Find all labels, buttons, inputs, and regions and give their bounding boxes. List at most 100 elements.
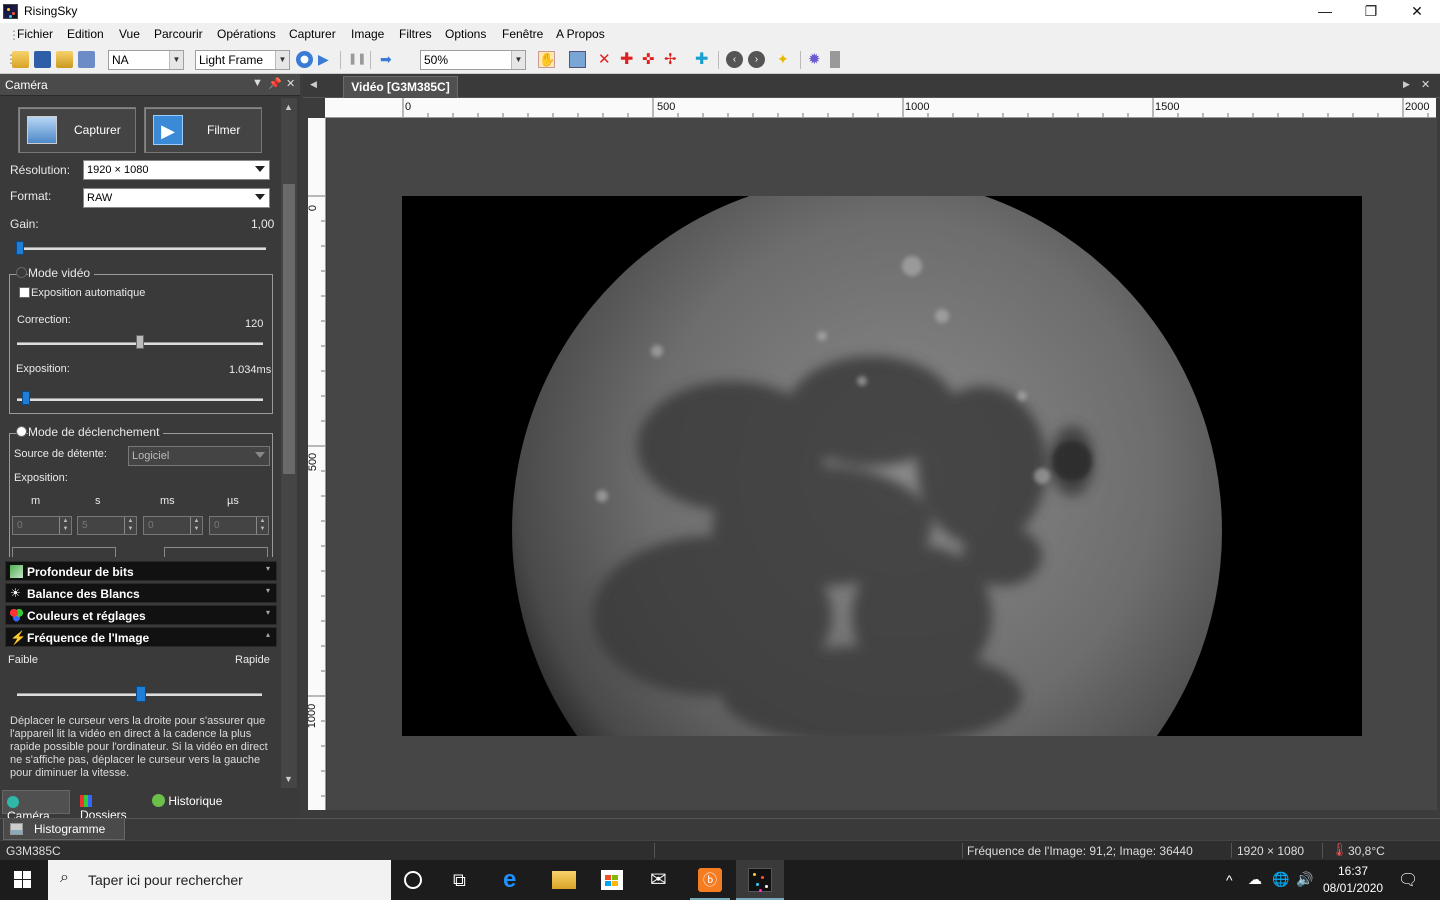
move-cross-icon[interactable]: ✚ bbox=[695, 51, 712, 68]
capture-button[interactable]: Capturer bbox=[18, 107, 136, 153]
notifications-icon[interactable]: 🗨 bbox=[1398, 870, 1418, 890]
section-bit-depth[interactable]: Profondeur de bits ▾ bbox=[5, 561, 277, 581]
trigger-source-select[interactable]: Logiciel bbox=[128, 446, 270, 466]
save-icon[interactable] bbox=[34, 51, 51, 68]
tab-video[interactable]: Vidéo [G3M385C] bbox=[343, 76, 458, 98]
video-mode-radio[interactable] bbox=[16, 267, 27, 278]
minimize-button[interactable]: — bbox=[1302, 0, 1348, 23]
section-colors[interactable]: Couleurs et réglages ▾ bbox=[5, 605, 277, 625]
tab-camera[interactable]: Caméra bbox=[2, 790, 70, 823]
add-marker-icon[interactable]: ✚ bbox=[620, 51, 637, 68]
tabs-scroll-right-icon[interactable]: ▶ bbox=[1403, 79, 1410, 90]
menu-edition[interactable]: Edition bbox=[67, 27, 104, 41]
film-button[interactable]: ▶ Filmer bbox=[144, 107, 262, 153]
image-canvas[interactable] bbox=[327, 118, 1437, 810]
open-folder-icon[interactable] bbox=[12, 51, 29, 68]
delete-marker-icon[interactable]: ✕ bbox=[598, 51, 615, 68]
frame-rate-slider-thumb[interactable] bbox=[135, 686, 146, 702]
tabs-scroll-left-icon[interactable]: ◀ bbox=[310, 79, 317, 90]
pause-icon[interactable]: ❚❚ bbox=[348, 51, 366, 68]
risingsky-taskbar-button[interactable] bbox=[736, 860, 784, 900]
stars-icon[interactable]: ✦ bbox=[777, 51, 794, 68]
tab-folders[interactable]: Dossiers bbox=[76, 790, 144, 822]
menu-capturer[interactable]: Capturer bbox=[289, 27, 336, 41]
cortana-icon[interactable] bbox=[404, 871, 422, 889]
timer-icon[interactable] bbox=[296, 51, 313, 68]
menu-operations[interactable]: Opérations bbox=[217, 27, 276, 41]
panel-scrollbar[interactable]: ▲ ▼ bbox=[281, 98, 297, 788]
milliseconds-stepper[interactable]: 0 ▲ ▼ bbox=[143, 516, 203, 535]
tab-history[interactable]: Historique bbox=[148, 790, 234, 814]
menu-a-propos[interactable]: A Propos bbox=[556, 27, 605, 41]
gain-slider-thumb[interactable] bbox=[16, 241, 24, 255]
moon-image bbox=[512, 196, 1222, 736]
play-step-icon[interactable]: ▶ bbox=[318, 51, 335, 68]
taskbar-search[interactable]: ⌕ Taper ici pour rechercher bbox=[48, 860, 391, 900]
folder-icon[interactable] bbox=[56, 51, 73, 68]
tab-histogram[interactable]: Histogramme bbox=[3, 819, 125, 840]
menu-fichier[interactable]: Fichier bbox=[17, 27, 53, 41]
correction-slider-thumb[interactable] bbox=[136, 335, 144, 349]
file-explorer-icon[interactable] bbox=[552, 871, 576, 889]
volume-icon[interactable]: 🔊 bbox=[1296, 871, 1313, 888]
resolution-select[interactable]: 1920 × 1080 bbox=[83, 160, 270, 180]
menu-vue[interactable]: Vue bbox=[119, 27, 140, 41]
settings-gear-icon[interactable]: ✹ bbox=[808, 51, 825, 68]
windows-start-icon[interactable] bbox=[14, 871, 32, 889]
menu-parcourir[interactable]: Parcourir bbox=[154, 27, 203, 41]
maximize-button[interactable]: ❐ bbox=[1348, 0, 1394, 23]
frame-type-combo[interactable]: Light Frame ▼ bbox=[195, 50, 290, 70]
gain-slider[interactable] bbox=[16, 247, 266, 250]
microseconds-stepper[interactable]: 0 ▲ ▼ bbox=[209, 516, 269, 535]
blog-app-icon[interactable]: ⓑ bbox=[698, 868, 722, 892]
tray-chevron-icon[interactable]: ^ bbox=[1226, 872, 1233, 888]
hand-tool-icon[interactable]: ✋ bbox=[538, 51, 555, 68]
exposure-slider[interactable] bbox=[17, 398, 263, 401]
freq-high-label: Rapide bbox=[235, 654, 270, 666]
format-select[interactable]: RAW bbox=[83, 188, 270, 208]
marker-3-icon[interactable]: ✢ bbox=[664, 51, 681, 68]
next-icon[interactable]: › bbox=[748, 51, 765, 68]
menu-image[interactable]: Image bbox=[351, 27, 384, 41]
onedrive-icon[interactable]: ☁ bbox=[1248, 871, 1262, 888]
scroll-up-icon[interactable]: ▲ bbox=[284, 102, 293, 112]
exposure-slider-thumb[interactable] bbox=[21, 391, 30, 405]
trigger-button-left[interactable] bbox=[12, 547, 116, 557]
network-icon[interactable]: 🌐 bbox=[1272, 871, 1289, 888]
image-tool-icon[interactable] bbox=[569, 51, 586, 68]
task-view-icon[interactable]: ⧉ bbox=[453, 868, 477, 892]
unit-m: m bbox=[31, 495, 41, 507]
scroll-down-icon[interactable]: ▼ bbox=[284, 774, 293, 784]
mail-icon[interactable]: ✉ bbox=[650, 868, 674, 892]
section-white-balance[interactable]: ☀ Balance des Blancs ▾ bbox=[5, 583, 277, 603]
auto-exposure-checkbox[interactable] bbox=[19, 287, 30, 298]
section-frame-rate[interactable]: ⚡ Fréquence de l'Image ▴ bbox=[5, 627, 277, 647]
tab-close-icon[interactable]: ✕ bbox=[1421, 78, 1430, 91]
clock-time[interactable]: 16:37 bbox=[1338, 864, 1368, 878]
prev-icon[interactable]: ‹ bbox=[726, 51, 743, 68]
edge-icon[interactable]: e bbox=[503, 868, 527, 892]
panel-menu-icon[interactable]: ▼ bbox=[252, 77, 263, 89]
panel-scroll-thumb[interactable] bbox=[283, 184, 295, 474]
seconds-stepper[interactable]: 5 ▲ ▼ bbox=[77, 516, 137, 535]
clock-date[interactable]: 08/01/2020 bbox=[1323, 881, 1383, 895]
trigger-mode-radio[interactable] bbox=[16, 426, 27, 437]
zoom-combo[interactable]: 50% ▼ bbox=[420, 50, 526, 70]
trigger-button-right[interactable] bbox=[164, 547, 268, 557]
format-label: Format: bbox=[10, 189, 52, 203]
forward-icon[interactable]: ➡ bbox=[380, 51, 397, 68]
camera-combo[interactable]: NA ▼ bbox=[108, 50, 184, 70]
menu-fenetre[interactable]: Fenêtre bbox=[502, 27, 543, 41]
menu-filtres[interactable]: Filtres bbox=[399, 27, 432, 41]
menu-options[interactable]: Options bbox=[445, 27, 486, 41]
marker-2-icon[interactable]: ✜ bbox=[642, 51, 659, 68]
panel-pin-icon[interactable]: 📌 bbox=[268, 77, 282, 90]
store-icon[interactable] bbox=[601, 870, 623, 890]
live-video-frame[interactable] bbox=[402, 196, 1362, 736]
menu-bar: ⋮ Fichier Edition Vue Parcourir Opératio… bbox=[0, 23, 1440, 46]
close-button[interactable]: ✕ bbox=[1394, 0, 1440, 23]
save-all-icon[interactable] bbox=[78, 51, 95, 68]
panel-close-icon[interactable]: ✕ bbox=[286, 77, 295, 90]
toolbar-overflow-icon[interactable] bbox=[830, 51, 840, 68]
minutes-stepper[interactable]: 0 ▲ ▼ bbox=[12, 516, 72, 535]
